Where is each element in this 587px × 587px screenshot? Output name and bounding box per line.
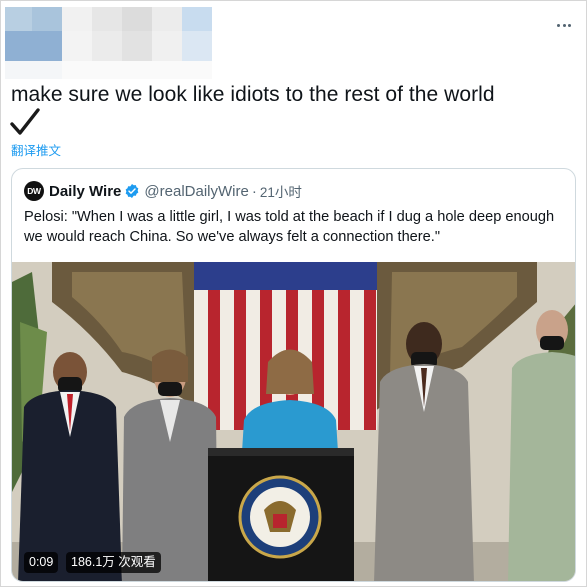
author-name[interactable]: Daily Wire: [49, 183, 121, 200]
timestamp[interactable]: 21小时: [260, 181, 302, 201]
blurred-author-header: [5, 7, 215, 79]
separator-dot: ·: [251, 182, 257, 200]
video-views-badge: 186.1万 次观看: [66, 552, 161, 573]
quoted-tweet-header: DW Daily Wire @realDailyWire · 21小时: [24, 180, 302, 202]
quoted-tweet[interactable]: DW Daily Wire @realDailyWire · 21小时 Pelo…: [11, 168, 576, 582]
logo-text: DW: [27, 186, 41, 196]
verified-badge-icon: [126, 184, 139, 198]
video-frame: [12, 262, 575, 581]
video-duration-badge: 0:09: [24, 552, 59, 573]
translate-tweet-link[interactable]: 翻译推文: [11, 140, 61, 159]
author-handle[interactable]: @realDailyWire: [144, 183, 248, 200]
checkmark-icon: [10, 108, 40, 135]
tweet-text: make sure we look like idiots to the res…: [11, 83, 495, 106]
video-player[interactable]: 0:09 186.1万 次观看: [12, 262, 575, 581]
daily-wire-logo[interactable]: DW: [24, 181, 44, 201]
tweet-card: make sure we look like idiots to the res…: [0, 0, 587, 587]
quoted-tweet-text: Pelosi: "When I was a little girl, I was…: [24, 209, 555, 245]
more-options-icon[interactable]: [554, 17, 574, 33]
